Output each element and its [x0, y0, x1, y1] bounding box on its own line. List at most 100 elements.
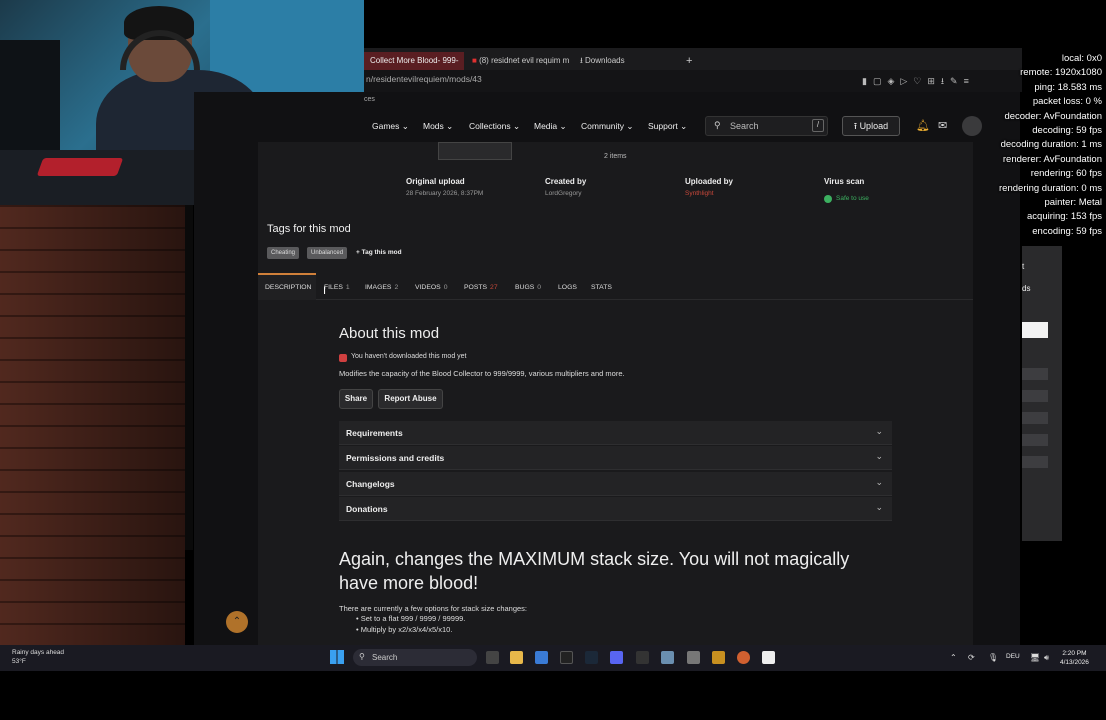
list-item-text: Multiply by x2/x3/x4/x5/x10. [360, 625, 453, 634]
stat-line: renderer: AvFoundation [1002, 153, 1102, 165]
file-explorer-icon[interactable] [510, 651, 523, 664]
settings-icon[interactable] [687, 651, 700, 664]
discord-icon[interactable] [610, 651, 623, 664]
not-downloaded-text: You haven't downloaded this mod yet [351, 353, 467, 360]
tab-bugs[interactable]: BUGS 0 [515, 284, 541, 291]
taskbar-clock[interactable]: 2:20 PM 4/13/2026 [1060, 649, 1089, 667]
report-abuse-button[interactable]: Report Abuse [378, 389, 443, 409]
add-tag-button[interactable]: + Tag this mod [356, 249, 402, 256]
task-view-icon[interactable] [486, 651, 499, 664]
right-panel-block [1022, 390, 1048, 402]
share-button[interactable]: Share [339, 389, 373, 409]
upload-label: Upload [859, 121, 889, 131]
tags-title: Tags for this mod [267, 223, 351, 235]
browser-toolbar-icons[interactable]: ▮▢◈▷♡⊞⭳✎≡ [862, 74, 975, 90]
tag-unbalanced[interactable]: Unbalanced [307, 247, 348, 259]
tab-count: 2 [394, 284, 399, 291]
tag-cheating[interactable]: Cheating [267, 247, 300, 259]
tab-downloads[interactable]: ⭳ Downloads [574, 52, 654, 70]
windows-start-icon[interactable] [330, 650, 344, 664]
scroll-to-top-button[interactable]: ⌃ [226, 611, 248, 633]
list-item: • Multiply by x2/x3/x4/x5/x10. [356, 625, 453, 634]
store-icon[interactable] [535, 651, 548, 664]
weather-temp: 53°F [12, 658, 26, 665]
uploaded-by-value[interactable]: Synthlight [685, 190, 714, 197]
about-title: About this mod [339, 325, 440, 342]
tab-stats[interactable]: STATS [591, 284, 612, 291]
mod-summary: Modifies the capacity of the Blood Colle… [339, 369, 625, 378]
created-by-value[interactable]: LordGregory [545, 190, 582, 197]
upload-button[interactable]: ⭱ Upload [842, 116, 900, 136]
tab-files[interactable]: FILES 1 [324, 284, 350, 291]
accordion-permissions[interactable]: Permissions and credits ⌄ [339, 446, 892, 470]
accordion-changelogs[interactable]: Changelogs ⌄ [339, 472, 892, 496]
tab-label: Downloads [585, 56, 625, 65]
tab-label: (8) residnet evil requim m [479, 56, 570, 65]
url-text: n/residentevilrequiem/mods/43 [366, 74, 482, 84]
accordion-requirements[interactable]: Requirements ⌄ [339, 421, 892, 445]
search-input[interactable] [705, 116, 828, 136]
app-icon[interactable] [661, 651, 674, 664]
nav-community[interactable]: Community ⌄ [581, 121, 633, 132]
stat-line: decoding: 59 fps [1032, 125, 1102, 137]
avatar[interactable] [962, 116, 982, 136]
network-icon[interactable]: 🖥︎ [1030, 653, 1040, 662]
app-icon[interactable] [762, 651, 775, 664]
app-icon[interactable] [560, 651, 573, 664]
uploaded-by-label: Uploaded by [685, 177, 734, 186]
windows-taskbar [0, 645, 1106, 671]
not-downloaded-icon [339, 354, 347, 362]
options-intro: There are currently a few options for st… [339, 604, 528, 613]
chevron-down-icon: ⌄ [680, 121, 688, 131]
tab-count: 27 [490, 284, 498, 291]
gallery-thumbnail[interactable] [438, 142, 512, 160]
nav-games[interactable]: Games ⌄ [372, 121, 409, 132]
stat-line: packet loss: 0 % [1032, 96, 1102, 108]
tab-images[interactable]: IMAGES 2 [365, 284, 398, 291]
clock-date: 4/13/2026 [1060, 659, 1089, 666]
right-panel-text: t [1022, 262, 1025, 271]
chevron-up-icon[interactable]: ⌃ [950, 653, 957, 662]
microphone-icon[interactable]: 🎙︎ [988, 653, 998, 662]
brick-wall-background [0, 205, 185, 645]
new-tab-button[interactable]: + [680, 52, 698, 70]
app-icon[interactable] [712, 651, 725, 664]
tab-collect-more-blood[interactable]: Collect More Blood- 999- [364, 52, 464, 70]
sync-icon[interactable]: ⟳ [968, 653, 975, 662]
tab-description[interactable]: DESCRIPTION [265, 284, 311, 291]
stat-line: acquiring: 153 fps [1027, 211, 1102, 223]
browser-icon[interactable] [737, 651, 750, 664]
tab-youtube[interactable]: ■ (8) residnet evil requim m [466, 52, 570, 70]
chevron-down-icon: ⌄ [559, 121, 567, 131]
stat-line: rendering duration: 0 ms [999, 182, 1102, 194]
nav-media[interactable]: Media ⌄ [534, 121, 567, 132]
weather-widget[interactable]: Rainy days ahead 53°F [12, 648, 64, 666]
stat-line: decoder: AvFoundation [1004, 110, 1102, 122]
right-panel-block [1022, 456, 1048, 468]
tab-label: FILES [324, 284, 343, 291]
app-icon[interactable] [636, 651, 649, 664]
original-upload-label: Original upload [406, 177, 465, 186]
bell-icon[interactable]: 🔔︎ [916, 119, 930, 132]
nav-mods[interactable]: Mods ⌄ [423, 121, 453, 132]
tab-label: Collect More Blood- 999- [370, 56, 459, 65]
stream-stats-overlay: local: 0x0 remote: 1920x1080 ping: 18.58… [999, 52, 1102, 239]
language-indicator[interactable]: DEU [1006, 653, 1020, 660]
right-panel-block [1022, 434, 1048, 446]
mail-icon[interactable]: ✉ [938, 119, 947, 132]
chevron-down-icon: ⌄ [875, 451, 883, 461]
tab-logs[interactable]: LOGS [558, 284, 577, 291]
volume-icon[interactable]: 🔊︎ [1044, 653, 1049, 663]
steam-icon[interactable] [585, 651, 598, 664]
list-item-text: Set to a flat 999 / 9999 / 99999. [360, 614, 466, 623]
chevron-down-icon: ⌄ [446, 121, 454, 131]
nav-support[interactable]: Support ⌄ [648, 121, 687, 132]
search-placeholder: Search [730, 121, 759, 131]
nav-collections[interactable]: Collections ⌄ [469, 121, 520, 132]
accordion-label: Donations [346, 504, 388, 514]
tab-posts[interactable]: POSTS 27 [464, 284, 498, 291]
tab-videos[interactable]: VIDEOS 0 [415, 284, 447, 291]
accordion-label: Permissions and credits [346, 453, 445, 463]
accordion-donations[interactable]: Donations ⌄ [339, 497, 892, 521]
tab-label: BUGS [515, 284, 535, 291]
